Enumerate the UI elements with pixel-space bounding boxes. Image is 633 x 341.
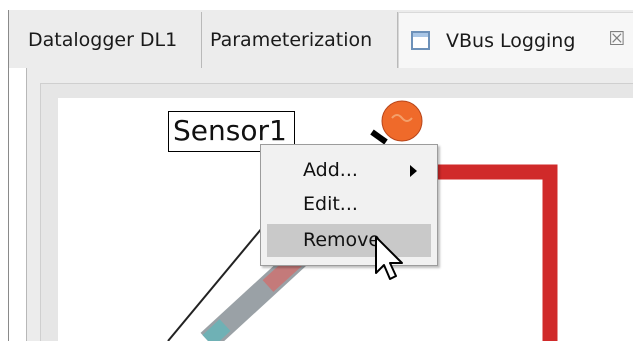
context-menu: Add... Edit... Remove <box>260 144 438 266</box>
submenu-arrow-icon <box>410 165 417 177</box>
sensor-icon <box>381 100 423 142</box>
menu-item-label: Remove <box>303 229 381 251</box>
sensor-connector <box>370 129 388 145</box>
menu-item-label: Edit... <box>303 193 358 215</box>
menu-item-remove[interactable]: Remove <box>267 224 431 257</box>
menu-item-add[interactable]: Add... <box>267 154 431 187</box>
menu-item-edit[interactable]: Edit... <box>267 188 431 221</box>
mouse-cursor-icon <box>375 236 403 280</box>
menu-item-label: Add... <box>303 159 358 181</box>
red-pipe <box>428 164 558 341</box>
